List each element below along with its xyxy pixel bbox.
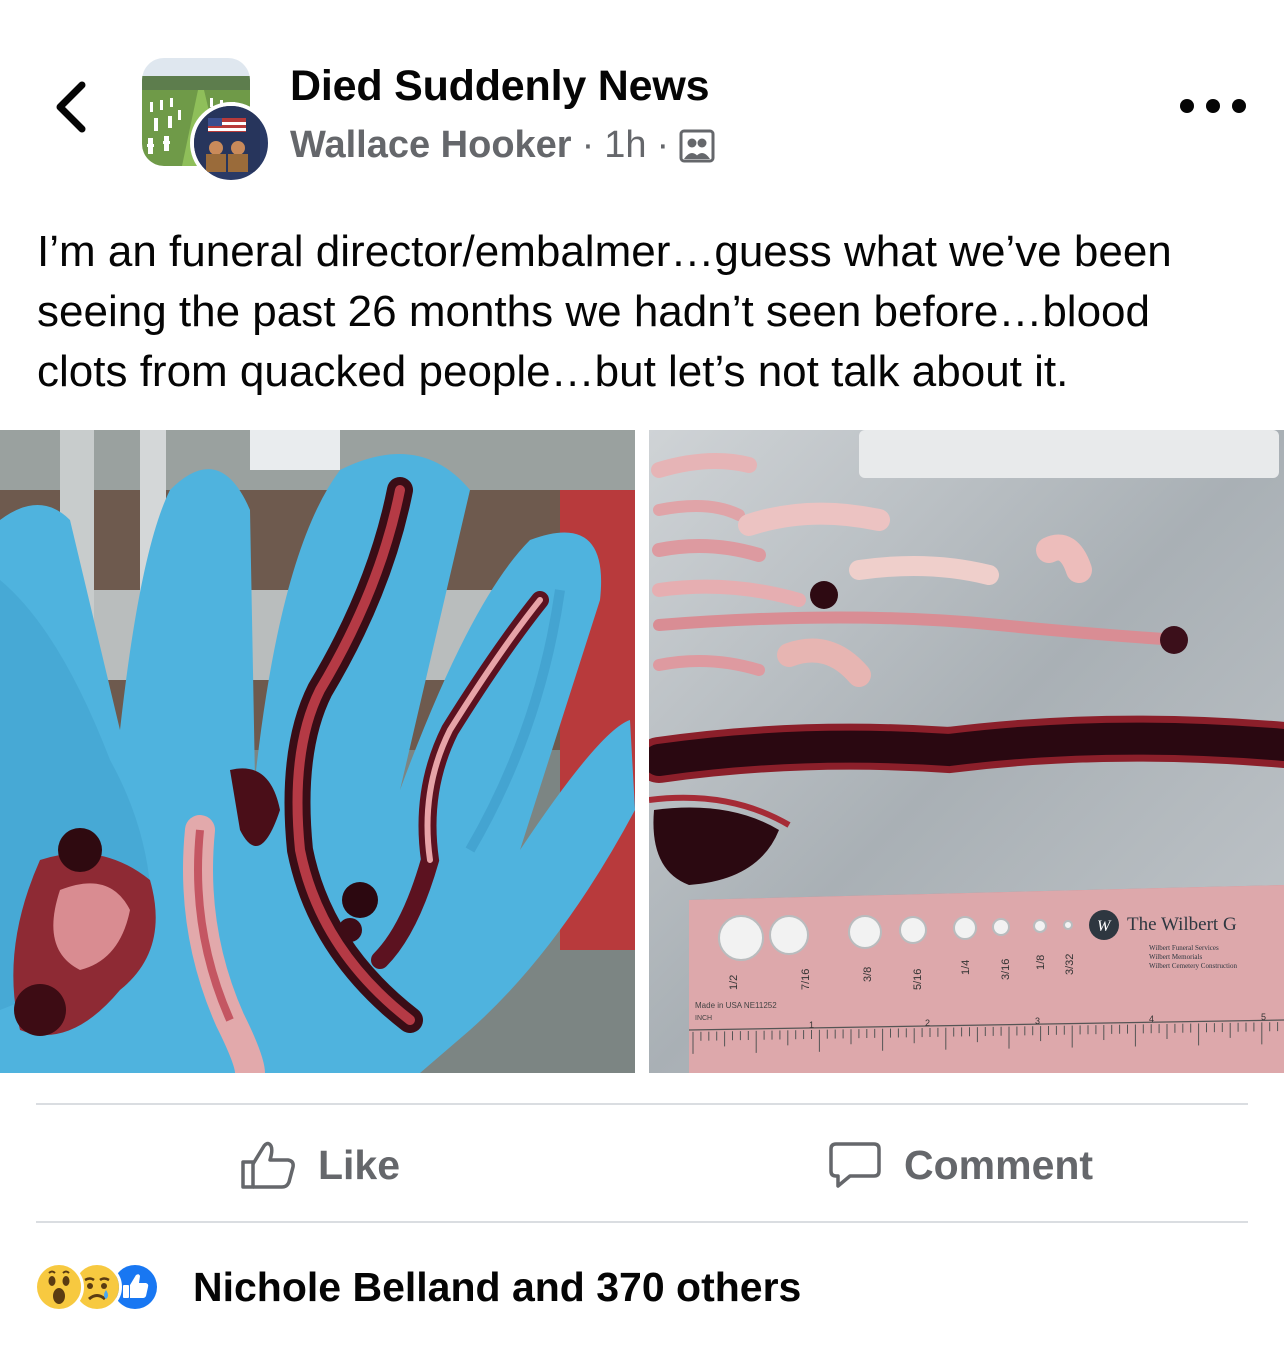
ruler-inch-mark: 4 bbox=[1149, 1014, 1154, 1024]
ruler-hole-label: 1/8 bbox=[1035, 955, 1047, 970]
author-name[interactable]: Wallace Hooker bbox=[290, 124, 572, 167]
more-options-button[interactable] bbox=[1180, 86, 1246, 126]
chevron-left-icon bbox=[56, 81, 86, 133]
ruler-hole-label: 1/2 bbox=[728, 975, 740, 990]
avatar-stack[interactable] bbox=[142, 58, 272, 184]
ruler-hole-label: 3/32 bbox=[1064, 954, 1076, 975]
like-label: Like bbox=[318, 1141, 401, 1188]
wow-reaction-icon bbox=[34, 1262, 84, 1312]
divider-top bbox=[36, 1103, 1248, 1105]
ruler-inch-mark: 3 bbox=[1035, 1016, 1040, 1026]
thumbs-up-icon bbox=[241, 1141, 295, 1189]
back-button[interactable] bbox=[44, 72, 100, 142]
more-options-icon bbox=[1206, 99, 1220, 113]
ruler-hole-label: 3/16 bbox=[1000, 959, 1012, 980]
ruler-subtext: Wilbert Cemetery Construction bbox=[1149, 962, 1237, 970]
comment-button[interactable]: Comment bbox=[828, 1130, 1093, 1200]
author-avatar[interactable] bbox=[190, 102, 272, 184]
ruler-unit: INCH bbox=[695, 1015, 712, 1022]
more-options-icon bbox=[1180, 99, 1194, 113]
ruler-hole-label: 7/16 bbox=[800, 969, 812, 990]
ruler-subtext: Wilbert Memorials bbox=[1149, 953, 1202, 961]
svg-text:W: W bbox=[1097, 918, 1112, 935]
ruler-hole-label: 1/4 bbox=[960, 960, 972, 975]
post-meta: Wallace Hooker · 1h · bbox=[290, 124, 715, 167]
post-photo-right[interactable]: 1/2 7/16 3/8 5/16 1/4 3/16 1/8 3/32 W Th… bbox=[649, 430, 1284, 1073]
ruler-inch-mark: 2 bbox=[925, 1018, 930, 1028]
ruler-hole-label: 3/8 bbox=[862, 967, 874, 982]
post-time[interactable]: 1h bbox=[604, 124, 646, 167]
ruler-made: Made in USA NE11252 bbox=[695, 1001, 777, 1010]
comment-icon bbox=[829, 1142, 881, 1188]
reaction-icons[interactable] bbox=[34, 1262, 160, 1312]
ruler-subtext: Wilbert Funeral Services bbox=[1149, 944, 1219, 952]
comment-label: Comment bbox=[904, 1141, 1094, 1188]
ruler-brand: The Wilbert G bbox=[1127, 914, 1237, 935]
reaction-summary[interactable]: Nichole Belland and 370 others bbox=[193, 1262, 801, 1312]
ruler-inch-mark: 5 bbox=[1261, 1012, 1266, 1022]
more-options-icon bbox=[1232, 99, 1246, 113]
meta-separator: · bbox=[581, 124, 595, 166]
post-header: Died Suddenly News Wallace Hooker · 1h · bbox=[0, 0, 1284, 200]
group-name[interactable]: Died Suddenly News bbox=[290, 62, 710, 111]
ruler-hole-label: 5/16 bbox=[912, 969, 924, 990]
like-button[interactable]: Like bbox=[240, 1130, 400, 1200]
post-photo-left[interactable] bbox=[0, 430, 635, 1073]
divider-bottom bbox=[36, 1221, 1248, 1223]
post-text: I’m an funeral director/embalmer…guess w… bbox=[37, 227, 1172, 396]
group-privacy-icon bbox=[679, 129, 715, 162]
meta-separator: · bbox=[656, 124, 670, 166]
ruler-inch-mark: 1 bbox=[809, 1020, 814, 1030]
